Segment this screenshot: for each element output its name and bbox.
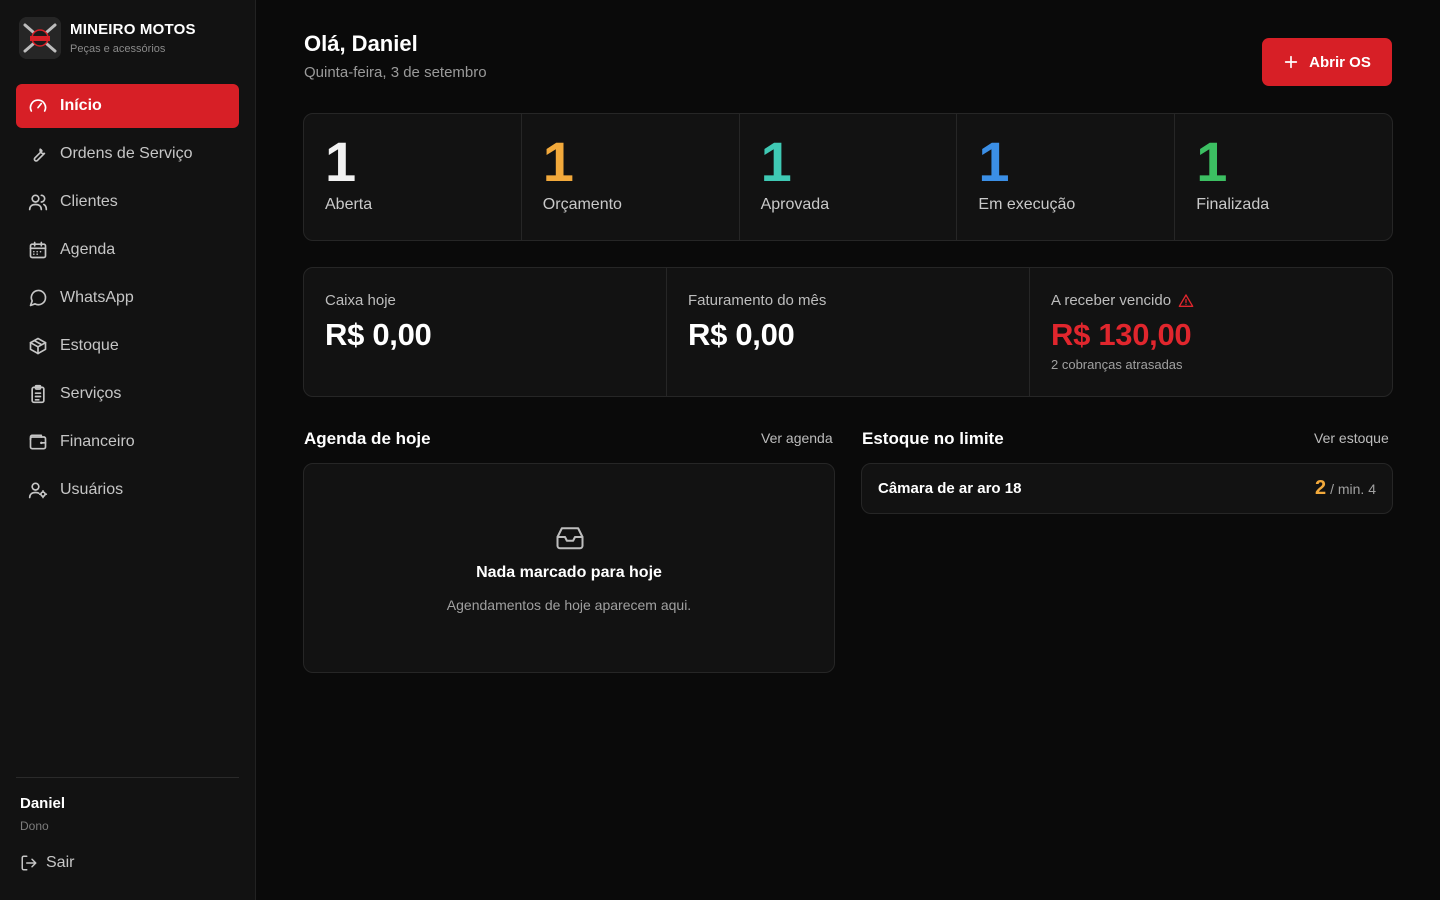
open-os-button[interactable]: Abrir OS — [1262, 38, 1392, 86]
chat-icon — [29, 289, 47, 307]
clipboard-icon — [31, 384, 45, 404]
status-aberta[interactable]: 1 Aberta — [304, 114, 522, 240]
sidebar-item-label: Financeiro — [60, 433, 135, 450]
agenda-title: Agenda de hoje — [304, 429, 431, 448]
stock-title: Estoque no limite — [862, 429, 1004, 448]
status-count: 1 — [760, 130, 792, 193]
stock-item-min: / min. 4 — [1330, 481, 1376, 497]
view-agenda-link[interactable]: Ver agenda — [761, 430, 833, 446]
sidebar-item-estoque[interactable]: Estoque — [16, 324, 239, 368]
overdue-label: A receber vencido — [1051, 292, 1172, 309]
brand-subtitle: Peças e acessórios — [70, 43, 166, 55]
user-role: Dono — [20, 819, 49, 833]
view-stock-link[interactable]: Ver estoque — [1314, 430, 1389, 446]
logout-label: Sair — [46, 854, 75, 871]
wallet-icon — [29, 434, 47, 450]
user-name: Daniel — [20, 795, 66, 812]
empty-subtitle: Agendamentos de hoje aparecem aqui. — [446, 597, 692, 613]
gauge-icon — [29, 99, 47, 112]
empty-title: Nada marcado para hoje — [476, 564, 662, 581]
finance-summary: Caixa hoje R$ 0,00 Faturamento do mês R$… — [303, 267, 1393, 397]
sidebar-divider — [16, 777, 239, 778]
status-label: Finalizada — [1196, 196, 1270, 213]
month-revenue: Faturamento do mês R$ 0,00 — [667, 268, 1030, 396]
overdue-note: 2 cobranças atrasadas — [1051, 357, 1183, 372]
calendar-icon — [29, 241, 47, 259]
users-icon — [28, 194, 48, 211]
sidebar-item-inicio[interactable]: Início — [16, 84, 239, 128]
sidebar-item-financeiro[interactable]: Financeiro — [16, 420, 239, 464]
month-revenue-label: Faturamento do mês — [688, 292, 827, 309]
inbox-icon — [556, 527, 584, 550]
status-count: 1 — [542, 130, 574, 193]
stock-item-qty: 2 — [1314, 477, 1327, 499]
warning-icon — [1178, 293, 1194, 307]
sidebar-item-usuarios[interactable]: Usuários — [16, 468, 239, 512]
sidebar-nav: Início Ordens de Serviço Clientes Agenda… — [16, 84, 239, 516]
brand-logo-image — [19, 17, 61, 59]
status-aprovada[interactable]: 1 Aprovada — [740, 114, 958, 240]
overdue-receivables[interactable]: A receber vencido R$ 130,00 2 cobranças … — [1030, 268, 1392, 396]
agenda-empty-state: Nada marcado para hoje Agendamentos de h… — [303, 463, 835, 673]
wrench-icon — [33, 148, 46, 162]
cash-today: Caixa hoje R$ 0,00 — [304, 268, 667, 396]
sidebar-item-label: Agenda — [60, 241, 116, 258]
sidebar-item-whatsapp[interactable]: WhatsApp — [16, 276, 239, 320]
month-revenue-value: R$ 0,00 — [688, 317, 795, 352]
status-em-execucao[interactable]: 1 Em execução — [957, 114, 1176, 240]
sidebar-item-label: WhatsApp — [60, 289, 134, 306]
stock-item-name: Câmara de ar aro 18 — [878, 480, 1022, 497]
user-cog-icon — [28, 482, 48, 499]
sidebar-item-clientes[interactable]: Clientes — [16, 180, 239, 224]
sidebar-item-label: Início — [60, 97, 102, 114]
overdue-label-row: A receber vencido — [1051, 292, 1392, 309]
status-count: 1 — [978, 130, 1010, 193]
cash-today-label: Caixa hoje — [325, 292, 396, 309]
plus-icon — [1284, 55, 1298, 69]
sidebar-item-label: Usuários — [60, 481, 124, 498]
sidebar-item-ordens-de-servico[interactable]: Ordens de Serviço — [16, 132, 239, 176]
status-finalizada[interactable]: 1 Finalizada — [1175, 114, 1392, 240]
open-os-label: Abrir OS — [1309, 53, 1371, 71]
status-label: Aprovada — [760, 196, 830, 213]
sidebar-item-servicos[interactable]: Serviços — [16, 372, 239, 416]
status-label: Aberta — [325, 196, 373, 213]
status-orcamento[interactable]: 1 Orçamento — [522, 114, 740, 240]
stock-item-level: 2/ min. 4 — [1315, 477, 1376, 500]
status-count: 1 — [1196, 130, 1228, 193]
os-status-summary: 1 Aberta 1 Orçamento 1 Aprovada 1 Em exe… — [303, 113, 1393, 241]
sidebar-item-label: Clientes — [60, 193, 118, 210]
status-label: Orçamento — [542, 196, 622, 213]
current-date: Quinta-feira, 3 de setembro — [304, 64, 487, 81]
brand-name: MINEIRO MOTOS — [70, 21, 196, 38]
sidebar-item-label: Estoque — [60, 337, 119, 354]
logout-icon — [21, 855, 37, 871]
status-count: 1 — [325, 130, 357, 193]
sidebar-item-label: Ordens de Serviço — [60, 145, 193, 162]
sidebar: MINEIRO MOTOS Peças e acessórios Início … — [0, 0, 256, 900]
sidebar-item-label: Serviços — [60, 385, 122, 402]
brand[interactable]: MINEIRO MOTOS Peças e acessórios — [19, 17, 196, 59]
page-title: Olá, Daniel — [304, 31, 418, 56]
box-icon — [29, 337, 47, 355]
list-item[interactable]: Câmara de ar aro 18 2/ min. 4 — [861, 463, 1393, 514]
status-label: Em execução — [978, 196, 1076, 213]
overdue-value: R$ 130,00 — [1051, 317, 1192, 352]
logout-button[interactable]: Sair — [20, 854, 74, 872]
cash-today-value: R$ 0,00 — [325, 317, 432, 352]
sidebar-item-agenda[interactable]: Agenda — [16, 228, 239, 272]
brand-logo — [19, 17, 61, 59]
